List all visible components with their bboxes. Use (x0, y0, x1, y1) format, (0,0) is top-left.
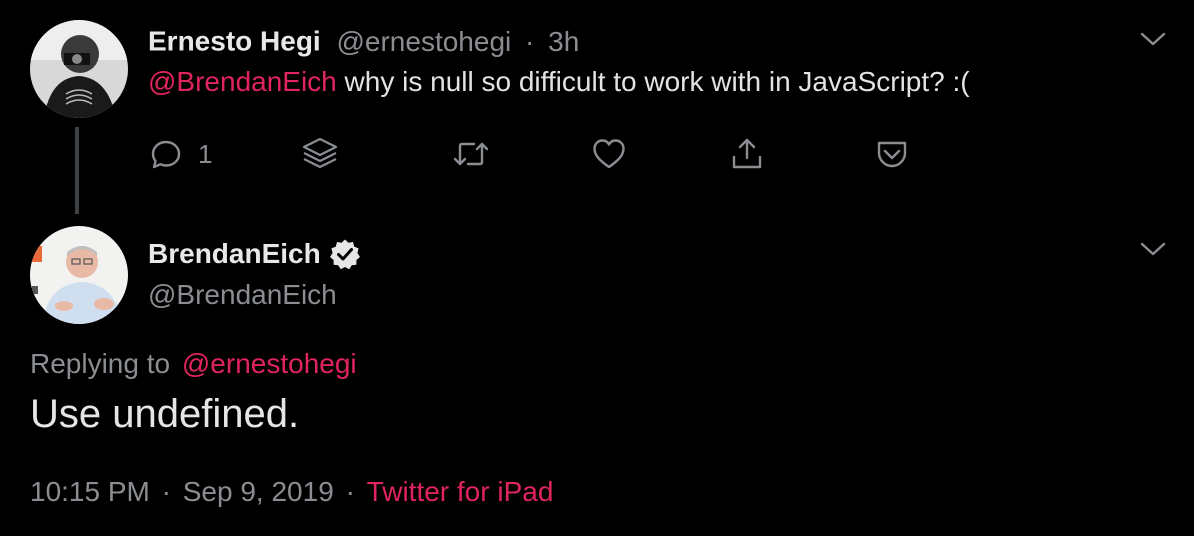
thread-connector-line (75, 127, 79, 214)
share-icon (732, 138, 762, 169)
tweet2-name-row: BrendanEich (148, 234, 361, 274)
retweet-button[interactable] (452, 133, 490, 175)
tweet2-meta: 10:15 PM · Sep 9, 2019 · Twitter for iPa… (30, 473, 553, 511)
tweet2-handle[interactable]: @BrendanEich (148, 276, 337, 314)
tweet1-display-name[interactable]: Ernesto Hegi (148, 26, 321, 57)
meta-separator-2: · (345, 476, 355, 507)
reply-button[interactable]: 1 (148, 133, 212, 175)
share-button[interactable] (729, 133, 765, 175)
verified-badge-icon (329, 239, 360, 270)
tweet1-mention-link[interactable]: @BrendanEich (148, 66, 337, 97)
tweet2-time[interactable]: 10:15 PM (30, 476, 150, 507)
pocket-button[interactable] (874, 133, 910, 175)
like-icon (593, 139, 625, 169)
tweet1-header: Ernesto Hegi @ernestohegi · 3h (148, 22, 579, 58)
retweet-icon (453, 142, 489, 166)
tweet2-text: Use undefined. (30, 392, 300, 436)
tweet1-handle[interactable]: @ernestohegi (336, 26, 511, 57)
layers-icon (302, 137, 338, 169)
replying-to-line: Replying to @ernestohegi (30, 345, 357, 383)
tweet2-chevron-down-icon[interactable] (1140, 241, 1166, 262)
avatar-brendaneich[interactable] (30, 226, 128, 324)
tweet2-display-name[interactable]: BrendanEich (148, 238, 321, 270)
meta-separator-1: · (161, 476, 171, 507)
pocket-icon (877, 141, 907, 168)
tweet1-chevron-down-icon[interactable] (1140, 31, 1166, 52)
avatar-ernesto[interactable] (30, 20, 128, 118)
tweet2-date[interactable]: Sep 9, 2019 (183, 476, 334, 507)
layers-button[interactable] (301, 133, 339, 175)
like-button[interactable] (591, 133, 627, 175)
tweet1-time[interactable]: 3h (548, 26, 579, 57)
replying-to-link[interactable]: @ernestohegi (182, 348, 357, 379)
replying-to-label: Replying to (30, 348, 171, 379)
reply-icon (151, 140, 181, 169)
tweet1-separator: · (525, 25, 535, 57)
tweet2-source-link[interactable]: Twitter for iPad (367, 476, 554, 507)
tweet1-text: @BrendanEich why is null so difficult to… (148, 63, 970, 101)
tweet1-text-content: why is null so difficult to work with in… (336, 66, 970, 97)
reply-count: 1 (198, 138, 213, 169)
